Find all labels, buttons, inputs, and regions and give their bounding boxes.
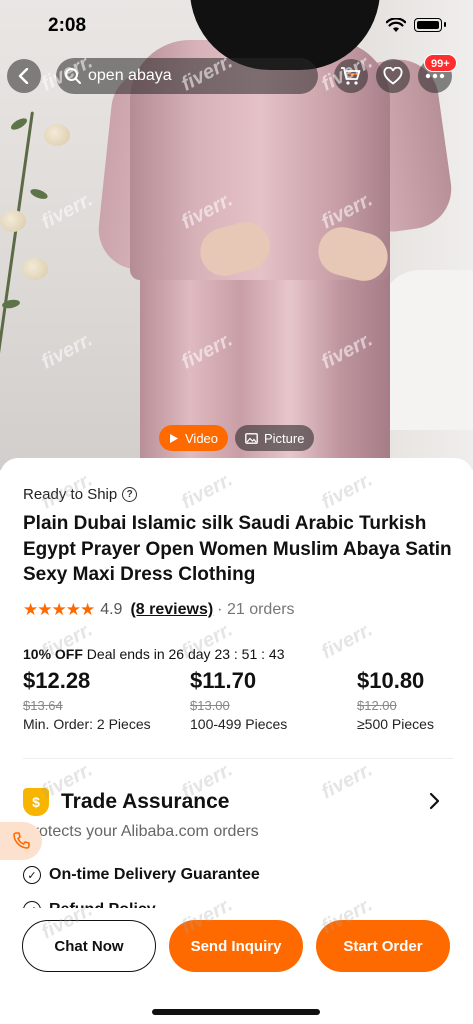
price-current: $10.80 bbox=[357, 668, 425, 693]
price-tier: $10.80 $12.00 ≥500 Pieces bbox=[357, 668, 434, 732]
deal-countdown: Deal ends in 26 day 23 : 51 : 43 bbox=[86, 646, 285, 662]
price-quantity: ≥500 Pieces bbox=[357, 716, 434, 732]
back-button[interactable] bbox=[7, 59, 41, 93]
price-original: $13.64 bbox=[23, 698, 63, 713]
help-icon[interactable]: ? bbox=[122, 487, 138, 502]
wifi-icon bbox=[385, 17, 407, 38]
feature-label: On-time Delivery Guarantee bbox=[49, 866, 260, 883]
price-original: $12.00 bbox=[357, 698, 397, 713]
price-quantity: Min. Order: 2 Pieces bbox=[23, 716, 151, 732]
chevron-right-icon bbox=[429, 792, 440, 810]
leaf bbox=[29, 187, 49, 201]
price-tier: $11.70 $13.00 100-499 Pieces bbox=[190, 668, 287, 732]
deal-banner: 10% OFF Deal ends in 26 day 23 : 51 : 43 bbox=[23, 646, 285, 662]
price-tier: $12.28 $13.64 Min. Order: 2 Pieces bbox=[23, 668, 151, 732]
play-icon bbox=[170, 433, 178, 443]
notification-badge: 99+ bbox=[424, 54, 457, 72]
tab-video-label: Video bbox=[185, 430, 219, 446]
star-rating-icon: ★★★★★ bbox=[23, 600, 95, 619]
check-circle-icon: ✓ bbox=[23, 866, 41, 884]
search-query: open abaya bbox=[88, 67, 172, 84]
flower bbox=[44, 124, 70, 146]
trade-assurance-title: Trade Assurance bbox=[61, 790, 230, 813]
search-bar[interactable]: open abaya bbox=[56, 58, 318, 94]
flower bbox=[22, 258, 48, 280]
feature-item: ✓ On-time Delivery Guarantee bbox=[23, 866, 260, 884]
chat-now-button[interactable]: Chat Now bbox=[22, 920, 156, 972]
reviews-link[interactable]: (8 reviews) bbox=[130, 601, 213, 619]
background-chair bbox=[380, 270, 473, 430]
bottom-action-bar: Chat Now Send Inquiry Start Order bbox=[0, 908, 473, 1024]
tab-picture[interactable]: Picture bbox=[235, 425, 315, 451]
rating-row: ★★★★★ 4.9 (8 reviews) · 21 orders bbox=[23, 600, 295, 620]
product-title: Plain Dubai Islamic silk Saudi Arabic Tu… bbox=[23, 513, 452, 585]
flower bbox=[0, 210, 26, 232]
trade-assurance-row[interactable]: $ Trade Assurance bbox=[23, 788, 443, 816]
favorite-button[interactable] bbox=[376, 59, 410, 93]
phone-icon bbox=[13, 832, 30, 849]
search-icon bbox=[65, 68, 81, 84]
chevron-left-icon bbox=[18, 68, 29, 84]
status-time: 2:08 bbox=[48, 15, 87, 36]
battery-icon bbox=[414, 18, 446, 32]
status-bar: 2:08 bbox=[0, 0, 473, 52]
discount-label: 10% OFF bbox=[23, 646, 83, 662]
price-original: $13.00 bbox=[190, 698, 230, 713]
leaf bbox=[9, 116, 29, 132]
trade-assurance-subtitle: Protects your Alibaba.com orders bbox=[23, 823, 259, 840]
contact-supplier-button[interactable] bbox=[0, 822, 42, 860]
cart-button[interactable] bbox=[334, 59, 368, 93]
tab-picture-label: Picture bbox=[264, 430, 305, 446]
cart-icon bbox=[341, 67, 361, 85]
picture-icon bbox=[245, 432, 258, 444]
orders-count: · 21 orders bbox=[217, 601, 295, 618]
heart-icon bbox=[383, 67, 403, 85]
rating-value: 4.9 bbox=[100, 601, 123, 618]
send-inquiry-button[interactable]: Send Inquiry bbox=[169, 920, 303, 972]
price-current: $12.28 bbox=[23, 668, 91, 693]
tab-video[interactable]: Video bbox=[159, 425, 229, 451]
shipping-status: Ready to Ship ? bbox=[23, 486, 138, 503]
price-current: $11.70 bbox=[190, 668, 257, 693]
more-icon bbox=[425, 73, 445, 79]
shipping-status-label: Ready to Ship bbox=[23, 486, 118, 503]
shield-dollar-icon: $ bbox=[23, 788, 49, 816]
divider bbox=[23, 758, 453, 759]
home-indicator bbox=[152, 1009, 320, 1015]
start-order-button[interactable]: Start Order bbox=[316, 920, 450, 972]
price-quantity: 100-499 Pieces bbox=[190, 716, 288, 732]
